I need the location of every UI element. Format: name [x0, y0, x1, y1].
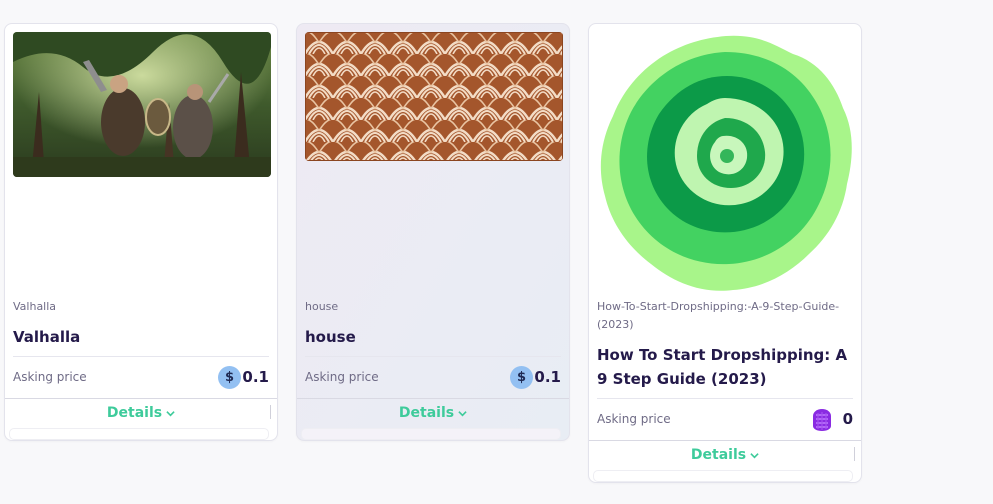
- divider: [597, 398, 853, 399]
- asking-price-label: Asking price: [597, 412, 671, 426]
- horizontal-scrollbar[interactable]: [593, 470, 853, 482]
- details-bar: Details: [589, 440, 861, 469]
- product-subtitle: Valhalla: [13, 300, 57, 313]
- product-image-dropshipping[interactable]: [597, 32, 855, 294]
- price-row: Asking price $ 0.1: [305, 366, 561, 392]
- price-row: Asking price 0: [597, 408, 853, 434]
- price-value: 0.1: [534, 368, 561, 386]
- horizontal-scrollbar[interactable]: [9, 428, 269, 440]
- asking-price-label: Asking price: [305, 370, 379, 384]
- purple-token-icon: [810, 408, 833, 431]
- details-label: Details: [398, 405, 455, 421]
- dollar-coin-icon: $: [510, 366, 533, 389]
- product-title[interactable]: house: [305, 325, 561, 349]
- dollar-coin-icon: $: [218, 366, 241, 389]
- divider: [305, 356, 561, 357]
- chevron-down-icon: [458, 410, 467, 416]
- chevron-down-icon: [750, 452, 759, 458]
- price-value: 0: [842, 410, 853, 428]
- price-row: Asking price $ 0.1: [13, 366, 269, 392]
- product-image-valhalla[interactable]: [13, 32, 271, 177]
- details-button[interactable]: Details: [691, 447, 759, 463]
- product-title[interactable]: Valhalla: [13, 325, 269, 349]
- product-title[interactable]: How To Start Dropshipping: A 9 Step Guid…: [597, 343, 853, 391]
- product-image-house[interactable]: [305, 32, 563, 161]
- product-subtitle: How-To-Start-Dropshipping:-A-9-Step-Guid…: [597, 300, 840, 331]
- product-card-dropshipping[interactable]: How-To-Start-Dropshipping:-A-9-Step-Guid…: [588, 23, 862, 483]
- divider: [13, 356, 269, 357]
- asking-price-label: Asking price: [13, 370, 87, 384]
- details-bar: Details: [297, 398, 569, 427]
- details-label: Details: [690, 447, 747, 463]
- details-button[interactable]: Details: [107, 405, 175, 421]
- scrollbar[interactable]: [270, 405, 275, 419]
- price-value: 0.1: [242, 368, 269, 386]
- scrollbar[interactable]: [854, 447, 859, 461]
- details-bar: Details: [5, 398, 277, 427]
- details-button[interactable]: Details: [399, 405, 467, 421]
- product-card-valhalla[interactable]: Valhalla Valhalla Asking price $ 0.1 Det…: [4, 23, 278, 441]
- details-label: Details: [106, 405, 163, 421]
- chevron-down-icon: [166, 410, 175, 416]
- product-card-house[interactable]: house house Asking price $ 0.1 Details: [296, 23, 570, 441]
- product-subtitle: house: [305, 300, 339, 313]
- horizontal-scrollbar[interactable]: [301, 428, 561, 440]
